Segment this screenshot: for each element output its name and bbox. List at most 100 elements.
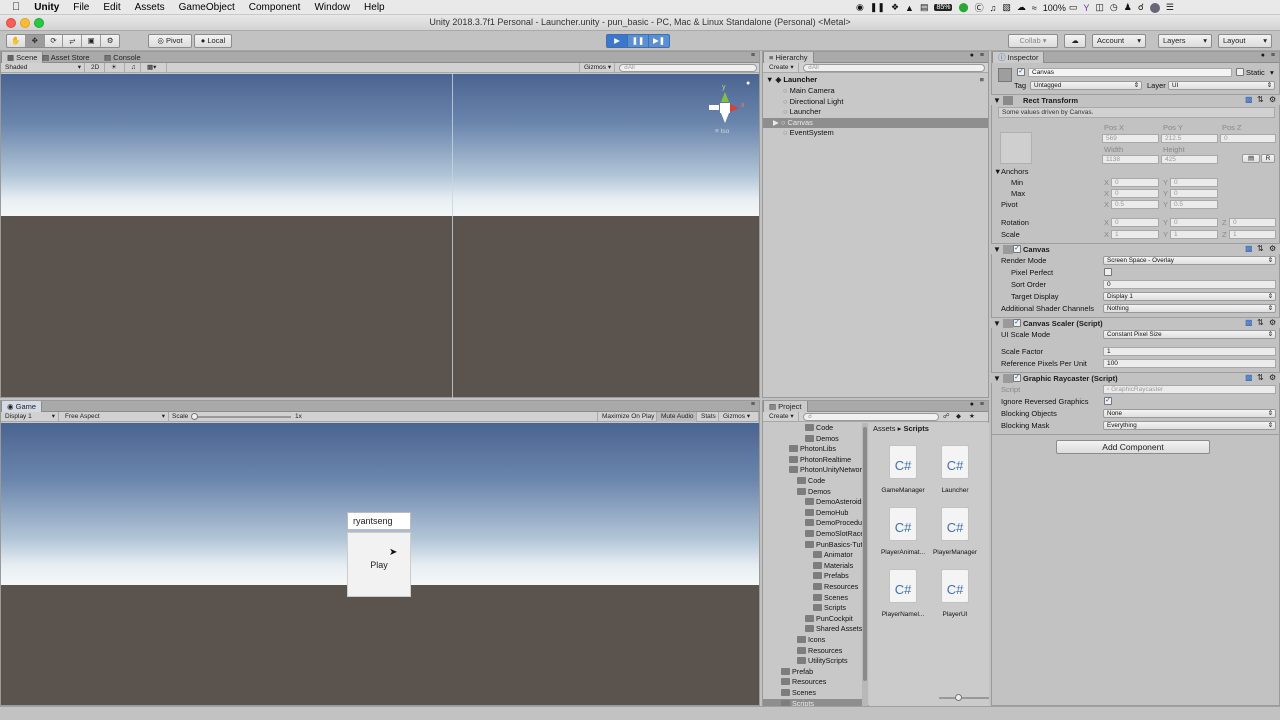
pos-y-field[interactable]: 212.5: [1161, 134, 1218, 143]
drive-icon[interactable]: ▲: [905, 3, 914, 13]
pivot-toggle[interactable]: ◎ Pivot: [148, 34, 192, 48]
collab-dropdown[interactable]: Collab ▾: [1008, 34, 1058, 48]
layers-dropdown[interactable]: Layers ▾: [1158, 34, 1212, 48]
pivot-y-field[interactable]: 0.5: [1170, 200, 1218, 209]
raw-edit-button[interactable]: R: [1261, 154, 1275, 163]
folder-tree-item[interactable]: Resources: [813, 582, 863, 593]
menu-unity[interactable]: Unity: [34, 2, 59, 13]
rect-tool-icon[interactable]: ▣: [82, 35, 102, 47]
blocking-objects-dropdown[interactable]: None ⇕: [1103, 409, 1276, 418]
music-icon[interactable]: ♫: [990, 3, 997, 13]
play-button[interactable]: Play: [347, 532, 411, 597]
anchor-min-y-field[interactable]: 0: [1170, 178, 1218, 187]
axis-center-cube-icon[interactable]: [720, 103, 730, 113]
rotation-y-field[interactable]: 0: [1170, 218, 1218, 227]
folder-tree-item[interactable]: ▶PhotonRealtime: [789, 455, 863, 466]
cloud-icon[interactable]: ☁: [1017, 2, 1026, 13]
rotation-x-field[interactable]: 0: [1111, 218, 1159, 227]
static-dropdown-icon[interactable]: ▾: [1270, 68, 1274, 78]
csharp-script-icon[interactable]: C#: [889, 569, 917, 603]
collapse-arrow-icon[interactable]: ▼: [993, 318, 1001, 329]
clipboard-icon[interactable]: ▧: [1002, 2, 1011, 13]
transform-tool-icon[interactable]: ⚙: [101, 35, 119, 47]
scale-tool-icon[interactable]: ⥂: [63, 35, 83, 47]
panel-menu-icon[interactable]: ≡: [751, 52, 755, 59]
tab-project[interactable]: ▤ Project: [763, 401, 808, 412]
pos-x-field[interactable]: 569: [1102, 134, 1159, 143]
component-gear-icon[interactable]: ⚙: [1269, 95, 1276, 104]
icon-size-slider[interactable]: [939, 697, 989, 699]
filter-type-icon[interactable]: ☍: [943, 412, 950, 422]
folder-tree-item[interactable]: Resources: [797, 646, 863, 657]
stats-toggle[interactable]: Stats: [697, 412, 719, 422]
clock-icon[interactable]: ◷: [1110, 2, 1118, 13]
breadcrumb-current[interactable]: Scripts: [903, 424, 928, 433]
csharp-script-icon[interactable]: C#: [941, 507, 969, 541]
ignore-reversed-checkbox[interactable]: ✓: [1104, 397, 1112, 405]
width-field[interactable]: 1138: [1102, 155, 1159, 164]
folder-tree-item[interactable]: ▶PunCockpit: [805, 614, 863, 625]
pause-button-icon[interactable]: ❚❚: [628, 35, 649, 47]
ui-scale-mode-dropdown[interactable]: Constant Pixel Size ⇕: [1103, 330, 1276, 339]
help-book-icon[interactable]: ▩: [1245, 318, 1253, 327]
canvas-component-header[interactable]: ▼ ✓ Canvas ▩ ⇅ ⚙: [991, 243, 1280, 254]
account-dropdown[interactable]: Account ▾: [1092, 34, 1146, 48]
effects-dropdown-icon[interactable]: ▩▾: [143, 63, 167, 73]
folder-tree-item[interactable]: Resources: [781, 677, 863, 688]
folder-tree-item[interactable]: ▶Demos: [805, 434, 863, 445]
panel-menu-icon[interactable]: ≡: [751, 401, 755, 408]
canvas-scaler-header[interactable]: ▼ ✓ Canvas Scaler (Script) ▩ ⇅ ⚙: [991, 317, 1280, 328]
folder-tree-item[interactable]: Prefabs: [813, 571, 863, 582]
shading-dropdown[interactable]: Shaded ▾: [1, 63, 85, 73]
tab-hierarchy[interactable]: ≡ Hierarchy: [763, 52, 814, 63]
pivot-x-field[interactable]: 0.5: [1111, 200, 1159, 209]
2d-toggle[interactable]: 2D: [87, 63, 105, 73]
folder-tree-item[interactable]: Scripts: [763, 698, 863, 706]
monitor-icon[interactable]: ◫: [1095, 2, 1104, 13]
canvas-enabled-checkbox[interactable]: ✓: [1013, 245, 1021, 253]
folder-tree-item[interactable]: Icons: [797, 635, 863, 646]
audio-toggle-icon[interactable]: ♫: [127, 63, 141, 73]
expand-arrow-icon[interactable]: ▶: [773, 118, 781, 127]
script-file-label[interactable]: PlayerNamel...: [875, 611, 931, 618]
notification-icon[interactable]: ☰: [1166, 2, 1174, 13]
script-file-label[interactable]: PlayerUI: [927, 611, 983, 618]
minimize-window-icon[interactable]: [20, 18, 30, 28]
maximize-on-play-toggle[interactable]: Maximize On Play: [597, 412, 657, 422]
wifi-icon[interactable]: ≈: [1032, 3, 1037, 13]
script-file-label[interactable]: Launcher: [927, 487, 983, 494]
tab-inspector[interactable]: ⓘ Inspector: [992, 52, 1045, 63]
script-file-label[interactable]: GameManager: [875, 487, 931, 494]
menu-icon[interactable]: ▤: [920, 2, 929, 13]
hierarchy-item-main-camera[interactable]: ○ Main Camera: [763, 86, 988, 97]
folder-tree-item[interactable]: Materials: [813, 561, 863, 572]
target-display-dropdown[interactable]: Display 1 ⇕: [1103, 292, 1276, 301]
folder-tree-item[interactable]: Prefab: [781, 667, 863, 678]
script-file-label[interactable]: PlayerAnimat...: [875, 549, 931, 556]
preset-icon[interactable]: ⇅: [1257, 244, 1264, 253]
preset-icon[interactable]: ⇅: [1257, 373, 1264, 382]
graphic-raycaster-header[interactable]: ▼ ✓ Graphic Raycaster (Script) ▩ ⇅ ⚙: [991, 372, 1280, 383]
anchor-min-x-field[interactable]: 0: [1111, 178, 1159, 187]
close-window-icon[interactable]: [6, 18, 16, 28]
menu-file[interactable]: File: [73, 2, 89, 13]
component-gear-icon[interactable]: ⚙: [1269, 244, 1276, 253]
local-toggle[interactable]: ● Local: [194, 34, 232, 48]
yahoo-icon[interactable]: Y: [1083, 3, 1089, 13]
scale-slider-thumb[interactable]: [191, 413, 198, 420]
active-checkbox[interactable]: ✓: [1017, 68, 1025, 76]
scene-orientation-gizmo[interactable]: ● y x z ≡ Iso: [701, 80, 751, 140]
scale-z-field[interactable]: 1: [1229, 230, 1276, 239]
folder-tree-item[interactable]: ▼PhotonUnityNetworking: [789, 465, 863, 476]
axis-neg-y-icon[interactable]: [721, 113, 729, 123]
tab-asset-store[interactable]: ▤ Asset Store: [37, 52, 95, 63]
axis-y-cone-icon[interactable]: [721, 92, 729, 102]
avatar[interactable]: [1149, 2, 1160, 13]
dropbox-icon[interactable]: ❖: [891, 2, 899, 13]
scale-slider[interactable]: [193, 416, 291, 418]
hand-tool-icon[interactable]: ✋: [7, 35, 26, 47]
component-gear-icon[interactable]: ⚙: [1269, 318, 1276, 327]
canvas-scaler-enabled-checkbox[interactable]: ✓: [1013, 319, 1021, 327]
collapse-arrow-icon[interactable]: ▼: [993, 373, 1001, 384]
apple-icon[interactable]: : [12, 1, 20, 13]
